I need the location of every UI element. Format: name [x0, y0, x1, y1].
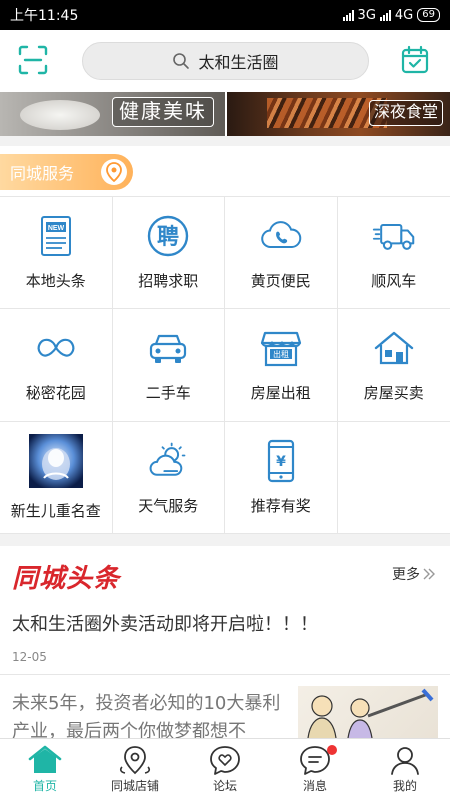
banner-image-skewers[interactable]: 深夜食堂 — [225, 92, 450, 136]
banner-tag-left: 健康美味 — [112, 97, 214, 127]
unread-badge — [327, 745, 337, 755]
service-label: 二手车 — [145, 384, 191, 403]
scan-icon[interactable] — [18, 45, 48, 75]
service-label: 黄页便民 — [250, 272, 311, 291]
tab-messages[interactable]: 消息 — [270, 739, 360, 800]
svg-text:出租: 出租 — [273, 349, 289, 359]
house-icon — [372, 326, 416, 370]
service-newborn-name-check[interactable]: 新生儿重名查 — [0, 421, 113, 534]
service-house-sale[interactable]: 房屋买卖 — [337, 309, 450, 422]
service-label: 房屋买卖 — [363, 384, 424, 403]
mustache-icon — [34, 326, 78, 370]
banner-tag-right: 深夜食堂 — [369, 100, 444, 126]
service-label: 招聘求职 — [138, 272, 199, 291]
mobile-yuan-icon: ¥ — [259, 439, 303, 483]
app-screen: 上午11:45 3G 4G 69 太和生活圈 健康美味 深夜食堂 同城服务 NE… — [0, 0, 450, 800]
status-bar: 上午11:45 3G 4G 69 — [0, 0, 450, 30]
service-recruitment[interactable]: 聘 招聘求职 — [112, 197, 225, 310]
empty-grid-cell — [337, 421, 450, 534]
network-label-1: 3G — [357, 7, 376, 23]
service-label: 天气服务 — [138, 496, 199, 515]
tab-label: 消息 — [302, 779, 327, 793]
service-label: 新生儿重名查 — [10, 501, 101, 520]
news-thumbnail[interactable] — [298, 686, 438, 738]
weather-icon — [146, 439, 190, 483]
bottom-tab-bar: 首页 同城店铺 论坛 消息 我的 — [0, 738, 450, 800]
news-item-date: 12-05 — [12, 650, 47, 664]
more-label: 更多 — [392, 567, 420, 583]
search-icon — [173, 53, 190, 69]
chevron-right-icon — [423, 568, 435, 580]
signal-icon — [342, 9, 354, 21]
service-used-car[interactable]: 二手车 — [112, 309, 225, 422]
divider — [0, 674, 450, 675]
svg-text:聘: 聘 — [157, 225, 179, 250]
tab-profile[interactable]: 我的 — [360, 739, 450, 800]
section-title-tag: 同城服务 — [0, 154, 133, 190]
user-icon — [391, 747, 419, 775]
location-icon — [119, 746, 151, 775]
status-indicators: 3G 4G 69 — [342, 7, 440, 23]
service-carpool[interactable]: 顺风车 — [337, 197, 450, 310]
home-icon — [28, 745, 62, 773]
status-time: 上午11:45 — [10, 8, 79, 24]
headline-news-section: 同城头条 更多 太和生活圈外卖活动即将开启啦！！！ 12-05 未来5年，投资者… — [0, 546, 450, 738]
heart-chat-icon — [210, 746, 240, 775]
phone-icon — [259, 214, 303, 258]
recruit-icon: 聘 — [146, 214, 190, 258]
service-secret-garden[interactable]: 秘密花园 — [0, 309, 113, 422]
service-label: 顺风车 — [371, 272, 417, 291]
promo-banner[interactable]: 健康美味 深夜食堂 — [0, 92, 450, 136]
service-label: 本地头条 — [25, 272, 86, 291]
service-yellow-pages[interactable]: 黄页便民 — [225, 197, 338, 310]
location-pin-icon — [101, 159, 127, 185]
car-icon — [146, 326, 190, 370]
service-referral-reward[interactable]: ¥ 推荐有奖 — [225, 421, 338, 534]
service-grid: NEW 本地头条 聘 招聘求职 黄页便民 顺风车 秘密花园 二手车 出租 房屋出… — [0, 196, 450, 534]
tab-label: 我的 — [392, 779, 417, 793]
tab-forum[interactable]: 论坛 — [180, 739, 270, 800]
section-title: 同城服务 — [10, 164, 75, 183]
tab-label: 论坛 — [212, 779, 237, 793]
app-header: 太和生活圈 — [0, 30, 450, 92]
tab-label: 同城店铺 — [110, 779, 159, 793]
service-label: 秘密花园 — [25, 384, 86, 403]
headline-logo: 同城头条 — [12, 564, 121, 594]
tab-label: 首页 — [32, 779, 57, 793]
svg-text:¥: ¥ — [276, 454, 286, 470]
tab-local-shops[interactable]: 同城店铺 — [90, 739, 180, 800]
news-item-title[interactable]: 太和生活圈外卖活动即将开启啦！！！ — [12, 610, 318, 636]
search-bar[interactable]: 太和生活圈 — [82, 42, 369, 80]
search-text: 太和生活圈 — [198, 53, 279, 72]
battery-indicator: 69 — [417, 8, 440, 22]
more-link[interactable]: 更多 — [392, 564, 436, 584]
calendar-checkin-icon[interactable] — [400, 45, 430, 75]
service-local-news[interactable]: NEW 本地头条 — [0, 197, 113, 310]
rent-shop-icon: 出租 — [259, 326, 303, 370]
photo-thumbnail — [28, 433, 83, 488]
rice-bowl-image — [20, 100, 100, 130]
news-icon: NEW — [34, 214, 78, 258]
service-weather[interactable]: 天气服务 — [112, 421, 225, 534]
service-label: 房屋出租 — [250, 384, 311, 403]
service-house-rent[interactable]: 出租 房屋出租 — [225, 309, 338, 422]
truck-icon — [372, 214, 416, 258]
tab-home[interactable]: 首页 — [0, 739, 90, 800]
signal-icon-2 — [379, 9, 391, 21]
svg-text:NEW: NEW — [48, 225, 65, 232]
network-label-2: 4G — [394, 7, 414, 23]
service-label: 推荐有奖 — [250, 496, 311, 515]
news-item-title-2[interactable]: 未来5年，投资者必知的10大暴利产业，最后两个你做梦都想不 — [12, 690, 297, 738]
banner-image-rice[interactable]: 健康美味 — [0, 92, 225, 136]
